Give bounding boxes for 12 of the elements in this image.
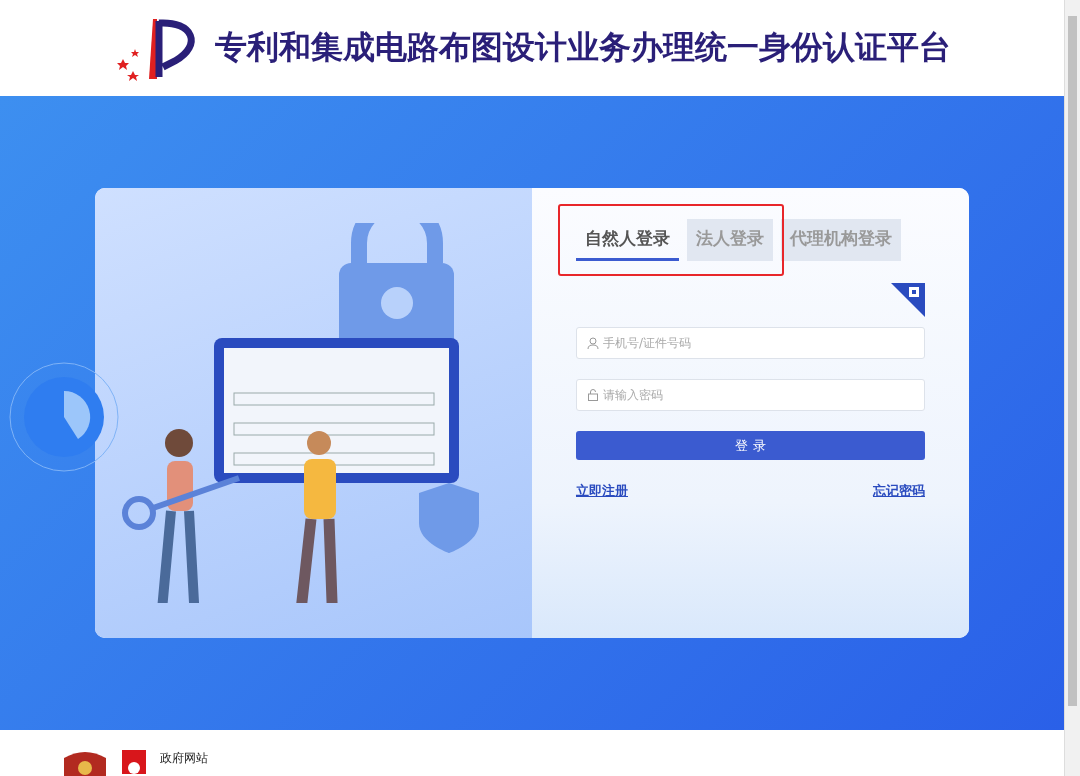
emblem-icon — [62, 750, 108, 776]
site-title: 专利和集成电路布图设计业务办理统一身份认证平台 — [215, 27, 951, 68]
form-link[interactable]: 立即注册 — [576, 482, 628, 500]
scrollbar-thumb[interactable] — [1068, 16, 1077, 706]
login-tab[interactable]: 自然人登录 — [576, 219, 679, 261]
username-field[interactable]: 手机号/证件号码 — [576, 327, 925, 359]
login-button[interactable]: 登 录 — [576, 431, 925, 460]
scrollbar[interactable] — [1064, 0, 1080, 776]
password-field[interactable]: 请输入密码 — [576, 379, 925, 411]
gov-site-label: 政府网站 — [160, 750, 208, 767]
form-link[interactable]: 忘记密码 — [873, 482, 925, 500]
qr-code-icon — [891, 283, 925, 317]
